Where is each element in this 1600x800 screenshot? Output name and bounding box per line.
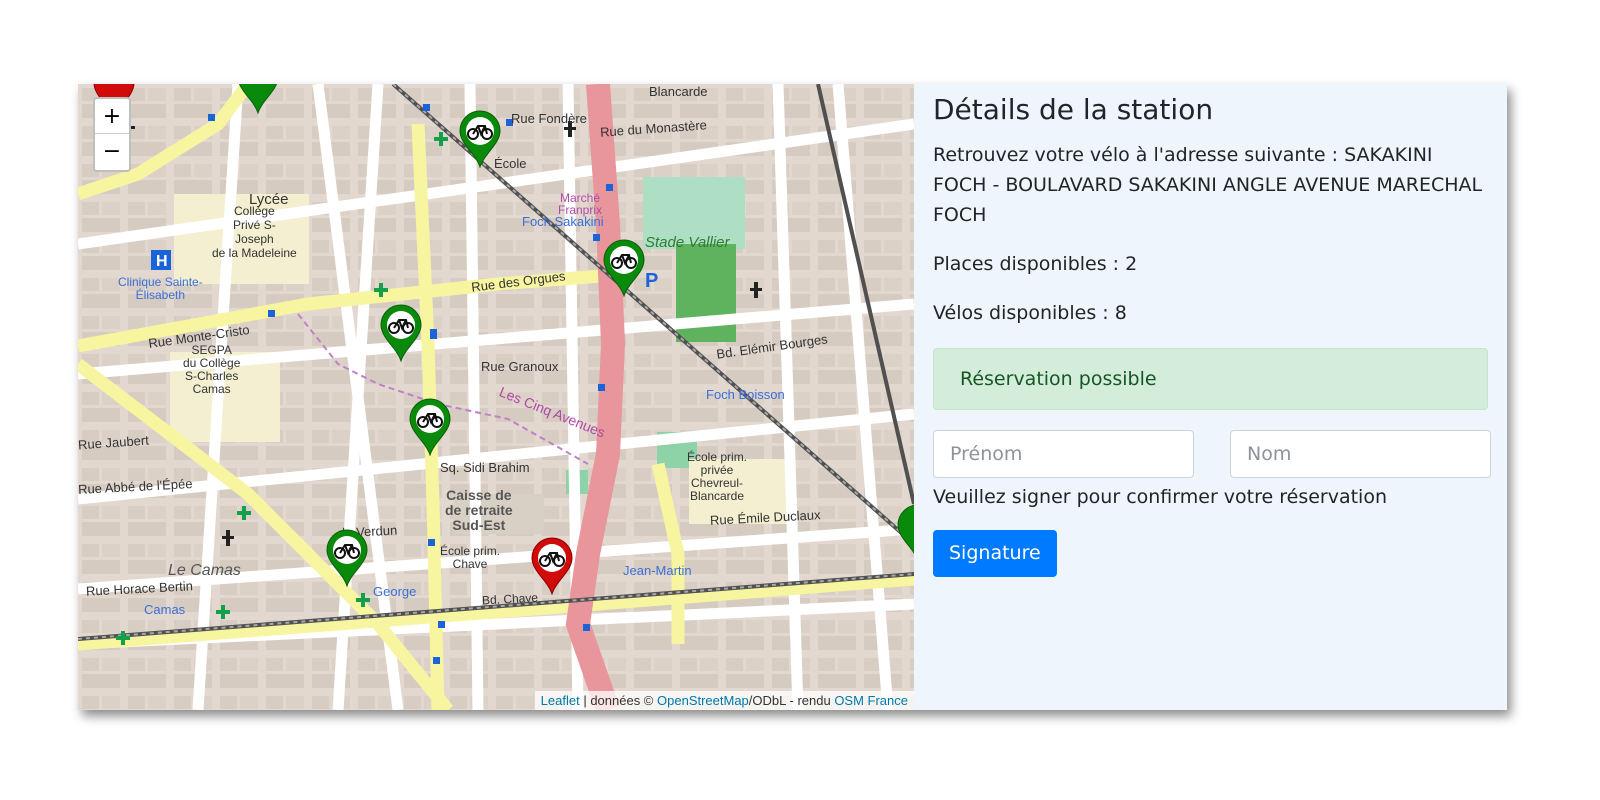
map-label-street: Rue Fondère [511, 111, 587, 126]
map-label-shop: Marché Franprix [558, 191, 603, 217]
map-label-school: École prim. privée Chevreul- Blancarde [687, 450, 748, 503]
sign-instruction: Veuillez signer pour confirmer votre rés… [933, 486, 1388, 508]
map-label-square: Sq. Sidi Brahim [440, 460, 530, 475]
bike-station-marker[interactable] [458, 110, 502, 168]
firstname-input[interactable] [933, 430, 1194, 478]
bike-station-marker[interactable] [236, 84, 280, 114]
available-places: Places disponibles : 2 [933, 249, 1488, 279]
map-attribution: Leaflet | données © OpenStreetMap/ODbL -… [534, 691, 914, 710]
map-tiles[interactable]: H P [78, 84, 914, 710]
map-label-school: SEGPA du Collège S‑Charles Camas [183, 343, 241, 396]
zoom-out-button[interactable]: − [95, 134, 129, 169]
map-label-station: George [373, 584, 417, 599]
zoom-in-button[interactable]: + [95, 99, 129, 134]
bikes-label: Vélos disponibles : [933, 302, 1115, 324]
name-form [933, 430, 1491, 478]
available-bikes: Vélos disponibles : 8 [933, 298, 1488, 328]
attribution-text: | données © [579, 693, 658, 708]
map-label-building: Caisse de de retraite Sud-Est [445, 487, 513, 533]
openstreetmap-link[interactable]: OpenStreetMap [657, 693, 749, 708]
signature-button[interactable]: Signature [933, 530, 1057, 577]
station-card: H P Rue Fondère Rue du Monastère Blancar… [78, 84, 1507, 710]
bikes-value: 8 [1114, 302, 1127, 324]
bike-station-marker[interactable] [408, 398, 452, 456]
leaflet-link[interactable]: Leaflet [541, 693, 580, 708]
map-label-street: Rue Granoux [481, 359, 559, 374]
reservation-status-alert: Réservation possible [933, 348, 1488, 410]
panel-title: Détails de la station [933, 93, 1214, 126]
map-label-station: Jean-Martin [623, 563, 692, 578]
map-label-school: Collège Privé S‑ Joseph de la Madeleine [212, 204, 297, 260]
bike-station-marker-empty[interactable] [530, 537, 574, 595]
map-label-station: Foch Boisson [706, 387, 785, 402]
attribution-license: /ODbL - rendu [748, 693, 835, 708]
svg-text:H: H [156, 253, 168, 270]
places-label: Places disponibles : [933, 253, 1126, 275]
map-label-station: Camas [144, 602, 186, 617]
map-label-school: École prim. Chave [440, 544, 501, 571]
bike-station-marker[interactable] [379, 304, 423, 362]
places-value: 2 [1125, 253, 1138, 275]
station-address: Retrouvez votre vélo à l'adresse suivant… [933, 140, 1488, 230]
bike-station-marker[interactable] [896, 504, 914, 562]
map-label-stadium: Stade Vallier [645, 234, 730, 251]
bike-station-marker[interactable] [325, 529, 369, 587]
svg-text:P: P [645, 270, 658, 292]
lastname-input[interactable] [1230, 430, 1491, 478]
address-prefix: Retrouvez votre vélo à l'adresse suivant… [933, 144, 1345, 166]
map-label-district: Le Camas [168, 562, 241, 579]
map-label-place: Blancarde [649, 84, 708, 99]
map-label-clinic: Clinique Sainte- Élisabeth [118, 275, 203, 302]
bike-station-marker[interactable] [602, 239, 646, 297]
map[interactable]: H P Rue Fondère Rue du Monastère Blancar… [78, 84, 914, 710]
osm-france-link[interactable]: OSM France [834, 693, 908, 708]
station-details-panel: Détails de la station Retrouvez votre vé… [914, 84, 1507, 710]
zoom-control: + − [93, 97, 131, 172]
